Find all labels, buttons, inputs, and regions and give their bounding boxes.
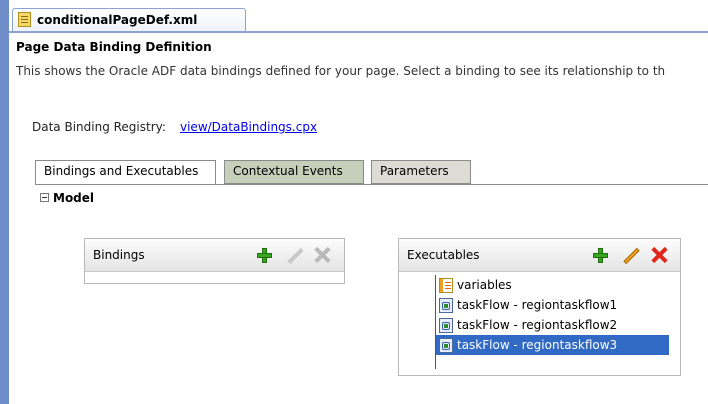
edit-icon bbox=[623, 247, 640, 265]
tab-label: Bindings and Executables bbox=[44, 164, 199, 178]
add-icon bbox=[257, 248, 272, 263]
bindings-panel-title: Bindings bbox=[93, 248, 145, 262]
tab-strip-divider bbox=[9, 31, 708, 33]
registry-label: Data Binding Registry: bbox=[32, 120, 166, 134]
add-executable-button[interactable] bbox=[590, 245, 610, 265]
tab-parameters[interactable]: Parameters bbox=[371, 160, 471, 184]
variables-icon bbox=[439, 277, 453, 293]
registry-link[interactable]: view/DataBindings.cpx bbox=[180, 120, 317, 134]
executables-panel-header: Executables bbox=[399, 239, 680, 272]
model-label: Model bbox=[53, 191, 95, 205]
bindings-panel-header: Bindings bbox=[85, 239, 344, 272]
list-item-label: taskFlow - regiontaskflow1 bbox=[457, 298, 618, 312]
file-tab-label: conditionalPageDef.xml bbox=[37, 13, 198, 27]
executables-panel-title: Executables bbox=[407, 248, 480, 262]
tab-bindings-and-executables[interactable]: Bindings and Executables bbox=[35, 160, 216, 185]
tab-contextual-events[interactable]: Contextual Events bbox=[224, 160, 364, 184]
list-item-label: variables bbox=[457, 278, 512, 292]
editor-left-border bbox=[0, 0, 9, 404]
edit-binding-button[interactable] bbox=[284, 245, 304, 265]
list-item[interactable]: variables bbox=[436, 275, 669, 295]
xml-file-icon bbox=[18, 12, 31, 27]
taskflow-icon bbox=[439, 337, 453, 353]
page-title: Page Data Binding Definition bbox=[16, 40, 212, 54]
list-item-label: taskFlow - regiontaskflow2 bbox=[457, 318, 618, 332]
bindings-panel: Bindings bbox=[84, 238, 345, 284]
page-description: This shows the Oracle ADF data bindings … bbox=[16, 64, 666, 78]
executables-list: variables taskFlow - regiontaskflow1 tas… bbox=[435, 275, 669, 369]
executables-panel: Executables variables taskFlow - regiont… bbox=[398, 238, 681, 376]
edit-icon bbox=[287, 247, 304, 265]
delete-icon bbox=[649, 245, 669, 265]
tab-underline bbox=[35, 184, 708, 185]
delete-binding-button[interactable] bbox=[312, 245, 332, 265]
edit-executable-button[interactable] bbox=[620, 245, 640, 265]
list-item[interactable]: taskFlow - regiontaskflow1 bbox=[436, 295, 669, 315]
list-item[interactable]: taskFlow - regiontaskflow2 bbox=[436, 315, 669, 335]
add-icon bbox=[593, 248, 608, 263]
delete-icon bbox=[312, 245, 332, 265]
collapse-icon[interactable] bbox=[40, 193, 49, 202]
file-tab-conditionalpagedef[interactable]: conditionalPageDef.xml bbox=[12, 8, 246, 31]
taskflow-icon bbox=[439, 297, 453, 313]
taskflow-icon bbox=[439, 317, 453, 333]
delete-executable-button[interactable] bbox=[649, 245, 669, 265]
tab-label: Parameters bbox=[380, 164, 449, 178]
list-item-selected[interactable]: taskFlow - regiontaskflow3 bbox=[436, 335, 669, 355]
tab-label: Contextual Events bbox=[233, 164, 343, 178]
add-binding-button[interactable] bbox=[254, 245, 274, 265]
list-item-label: taskFlow - regiontaskflow3 bbox=[457, 338, 618, 352]
model-node[interactable]: Model bbox=[40, 191, 94, 205]
